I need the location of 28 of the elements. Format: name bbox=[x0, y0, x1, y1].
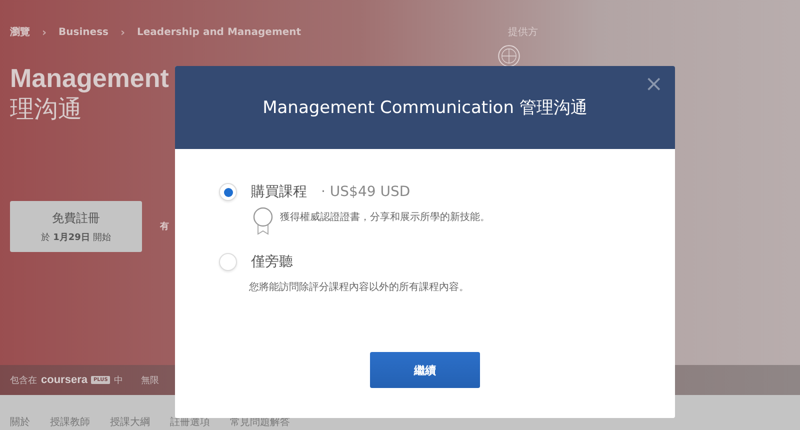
strip-text: 包含在 bbox=[10, 374, 37, 386]
nav-tab[interactable]: 授課大綱 bbox=[110, 415, 150, 429]
option-label: 僅旁聽 bbox=[251, 253, 293, 271]
radio-button[interactable] bbox=[219, 253, 237, 271]
breadcrumb-link[interactable]: Leadership and Management bbox=[137, 26, 302, 38]
breadcrumb-link[interactable]: Business bbox=[58, 26, 108, 38]
dialog-title: Management Communication 管理沟通 bbox=[262, 97, 588, 119]
enroll-note: 有 bbox=[160, 220, 169, 233]
chevron-icon: › bbox=[42, 26, 47, 38]
option-description: 獲得權威認證證書，分享和展示所學的新技能。 bbox=[280, 210, 490, 224]
enroll-button[interactable]: 免費註冊 於 1月29日 開始 bbox=[10, 201, 142, 252]
continue-button[interactable]: 繼續 bbox=[370, 352, 480, 388]
breadcrumb-link[interactable]: 瀏覽 bbox=[10, 25, 30, 39]
option-price: · US$49 USD bbox=[321, 184, 410, 200]
option-label: 購買課程 bbox=[251, 183, 307, 201]
course-title: Management bbox=[10, 63, 169, 93]
option-description: 您將能訪問除評分課程內容以外的所有課程內容。 bbox=[249, 280, 469, 294]
brand-logo: coursera bbox=[41, 374, 88, 386]
close-button[interactable]: × bbox=[638, 70, 669, 99]
nav-tab[interactable]: 授課教師 bbox=[50, 415, 90, 429]
certificate-icon bbox=[252, 207, 274, 235]
university-seal-icon bbox=[498, 45, 520, 67]
chevron-icon: › bbox=[120, 26, 126, 38]
strip-text: 中 bbox=[114, 374, 123, 386]
radio-button[interactable] bbox=[219, 183, 237, 201]
nav-tab[interactable]: 關於 bbox=[10, 415, 30, 429]
course-title: 理沟通 bbox=[10, 94, 82, 125]
strip-text: 無限 bbox=[140, 374, 159, 386]
